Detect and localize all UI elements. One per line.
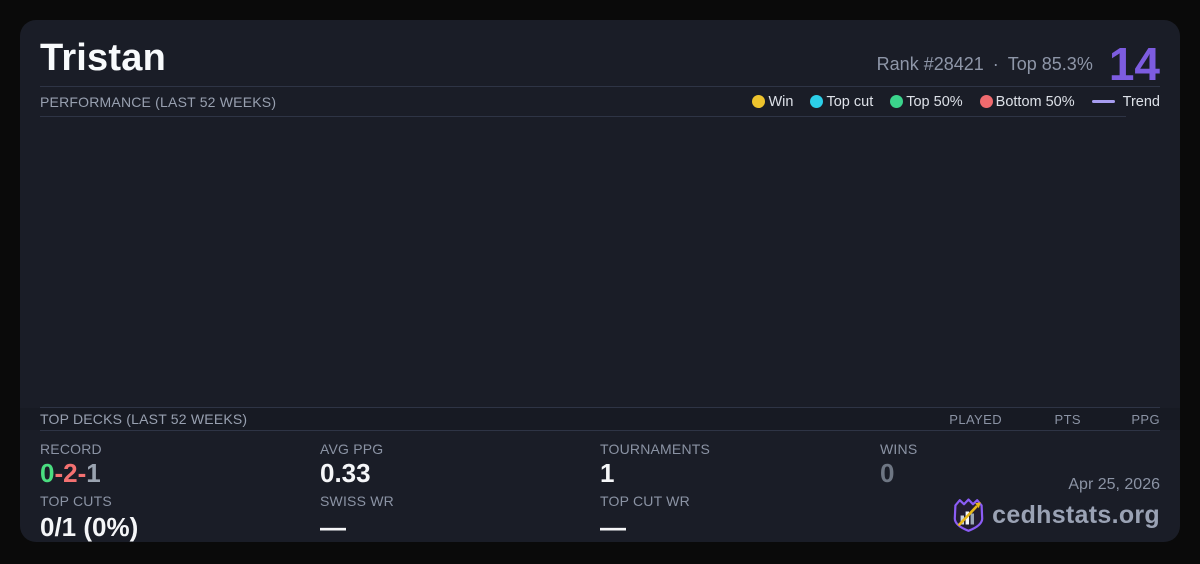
stat-column-tournaments: TOURNAMENTS 1 TOP CUT WR — <box>600 441 880 542</box>
legend-item-top-50[interactable]: Top 50% <box>890 93 963 110</box>
legend-label: Win <box>768 93 794 110</box>
legend-label: Trend <box>1122 93 1160 110</box>
brand-row[interactable]: cedhstats.org <box>953 498 1160 532</box>
chart-legend: Win Top cut Top 50% Bottom 50% Trend <box>752 94 1160 110</box>
rank-text: Rank #28421 · Top 85.3% <box>877 54 1093 86</box>
legend-label: Bottom 50% <box>995 93 1075 110</box>
top-50-dot-icon <box>890 95 904 108</box>
bottom-50-dot-icon <box>979 95 993 108</box>
legend-item-trend[interactable]: Trend <box>1091 93 1160 110</box>
top-cut-dot-icon <box>810 95 824 108</box>
rank-separator: · <box>992 54 999 74</box>
brand-name: cedhstats.org <box>992 500 1160 529</box>
record-wins: 0 <box>40 458 55 488</box>
record-sep2: - <box>77 458 87 488</box>
top-decks-columns: PLAYED PTS PPG <box>923 412 1160 427</box>
performance-header-row: PERFORMANCE (LAST 52 WEEKS) Win Top cut … <box>20 87 1180 116</box>
player-score: 14 <box>1108 37 1160 90</box>
avg-ppg-label: AVG PPG <box>320 441 384 457</box>
column-header-pts: PTS <box>1054 411 1081 427</box>
performance-section-title: PERFORMANCE (LAST 52 WEEKS) <box>40 93 277 110</box>
page-title: Tristan <box>40 37 166 79</box>
record-draws: 1 <box>86 458 101 488</box>
legend-item-win[interactable]: Win <box>752 94 793 110</box>
header-right: Rank #28421 · Top 85.3% 14 <box>877 37 1160 90</box>
legend-label: Top 50% <box>906 93 963 110</box>
footer-date: Apr 25, 2026 <box>1068 476 1160 493</box>
swiss-wr-value: — <box>320 512 346 542</box>
column-header-ppg: PPG <box>1131 411 1160 427</box>
record-sep1: - <box>54 458 64 488</box>
column-header-played: PLAYED <box>949 411 1002 427</box>
record-value: 0-2-1 <box>40 459 320 487</box>
stat-column-avg-ppg: AVG PPG 0.33 SWISS WR — <box>320 441 600 542</box>
rank-number: Rank #28421 <box>876 54 984 74</box>
legend-item-bottom-50[interactable]: Bottom 50% <box>979 93 1075 110</box>
legend-item-top-cut[interactable]: Top cut <box>810 94 873 110</box>
top-cuts-value: 0/1 (0%) <box>40 512 139 542</box>
cedhstats-logo-icon <box>953 498 984 532</box>
top-decks-header-row: TOP DECKS (LAST 52 WEEKS) PLAYED PTS PPG <box>20 408 1180 430</box>
top-decks-section-title: TOP DECKS (LAST 52 WEEKS) <box>40 411 248 427</box>
tournaments-label: TOURNAMENTS <box>600 441 711 457</box>
player-stats-card: Tristan Rank #28421 · Top 85.3% 14 PERFO… <box>20 20 1180 542</box>
top-percent: Top 85.3% <box>1007 54 1093 74</box>
win-dot-icon <box>752 95 766 108</box>
stat-column-record: RECORD 0-2-1 TOP CUTS 0/1 (0%) <box>40 441 320 542</box>
record-losses: 2 <box>63 458 78 488</box>
swiss-wr-label: SWISS WR <box>320 493 394 509</box>
card-footer: Apr 25, 2026 cedhstats.org <box>953 476 1160 532</box>
top-cuts-label: TOP CUTS <box>40 493 112 509</box>
card-header: Tristan Rank #28421 · Top 85.3% 14 <box>20 20 1180 90</box>
legend-label: Top cut <box>826 93 874 110</box>
trend-line-icon <box>1091 100 1115 103</box>
avg-ppg-value: 0.33 <box>320 458 371 488</box>
record-label: RECORD <box>40 441 102 457</box>
performance-chart <box>20 117 1180 407</box>
top-cut-wr-value: — <box>600 512 626 542</box>
tournaments-value: 1 <box>600 458 615 488</box>
wins-label: WINS <box>880 441 918 457</box>
top-cut-wr-label: TOP CUT WR <box>600 493 690 509</box>
